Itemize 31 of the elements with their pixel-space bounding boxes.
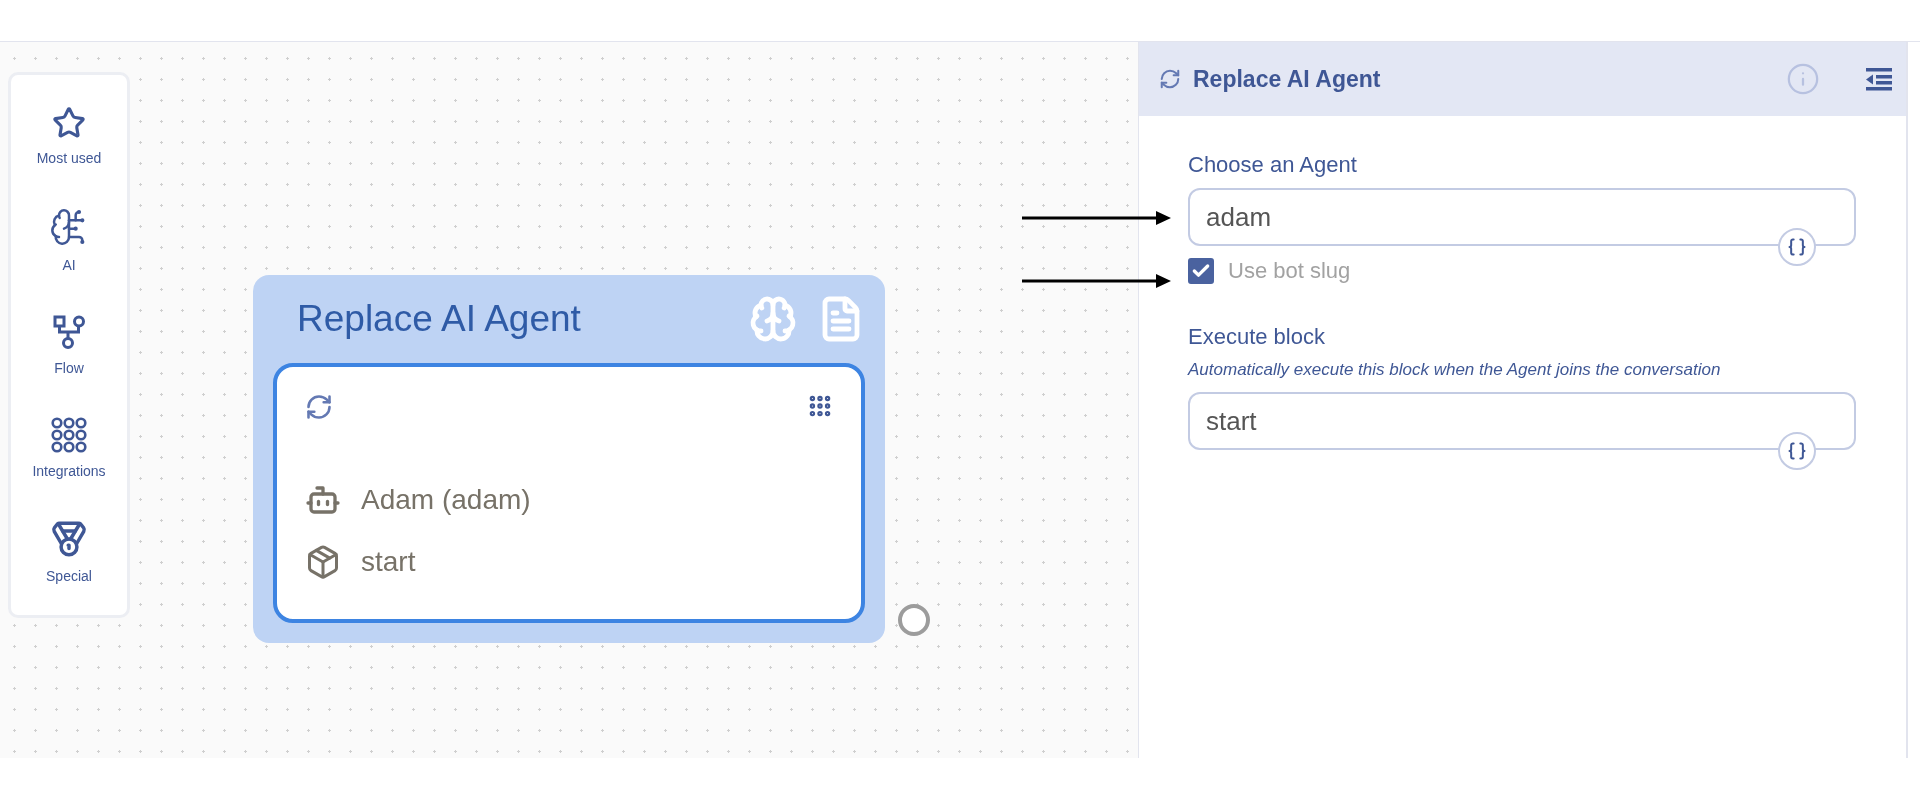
palette-item[interactable]: AI <box>45 202 93 277</box>
drag-handle-icon[interactable] <box>807 393 833 419</box>
block-field[interactable]: start <box>1188 392 1856 450</box>
star-icon <box>52 105 86 140</box>
node-title: Replace AI Agent <box>297 298 582 340</box>
refresh-icon <box>305 393 333 421</box>
variable-button[interactable] <box>1778 228 1816 266</box>
palette-item[interactable]: Most used <box>32 101 106 170</box>
box-icon <box>305 544 341 580</box>
braces-icon <box>1787 237 1807 257</box>
variable-button[interactable] <box>1778 432 1816 470</box>
collapse-button[interactable] <box>1866 67 1892 91</box>
checkbox[interactable] <box>1188 258 1214 284</box>
flow-icon <box>52 313 86 350</box>
field-label: Choose an Agent <box>1188 152 1358 178</box>
medal-icon <box>50 520 88 559</box>
palette-item[interactable]: Special <box>42 516 96 589</box>
field-hint: Automatically execute this block when the Agent joins the conversation <box>1188 360 1722 380</box>
panel-title: Replace AI Agent <box>1193 65 1382 93</box>
palette-item[interactable]: Flow <box>48 309 90 380</box>
braces-icon <box>1787 441 1807 461</box>
agent-name: Adam (adam) <box>361 484 531 516</box>
palette-item[interactable]: Integrations <box>28 413 110 484</box>
agent-field[interactable]: adam <box>1188 188 1856 246</box>
output-port[interactable] <box>898 604 930 636</box>
block-name: start <box>361 546 416 578</box>
grid-icon <box>51 417 87 454</box>
refresh-icon <box>1159 68 1181 90</box>
checkbox-label: Use bot slug <box>1228 258 1351 284</box>
field-label: Execute block <box>1188 324 1326 350</box>
flow-node[interactable]: Replace AI Agent Adam (adam) start <box>253 275 885 643</box>
